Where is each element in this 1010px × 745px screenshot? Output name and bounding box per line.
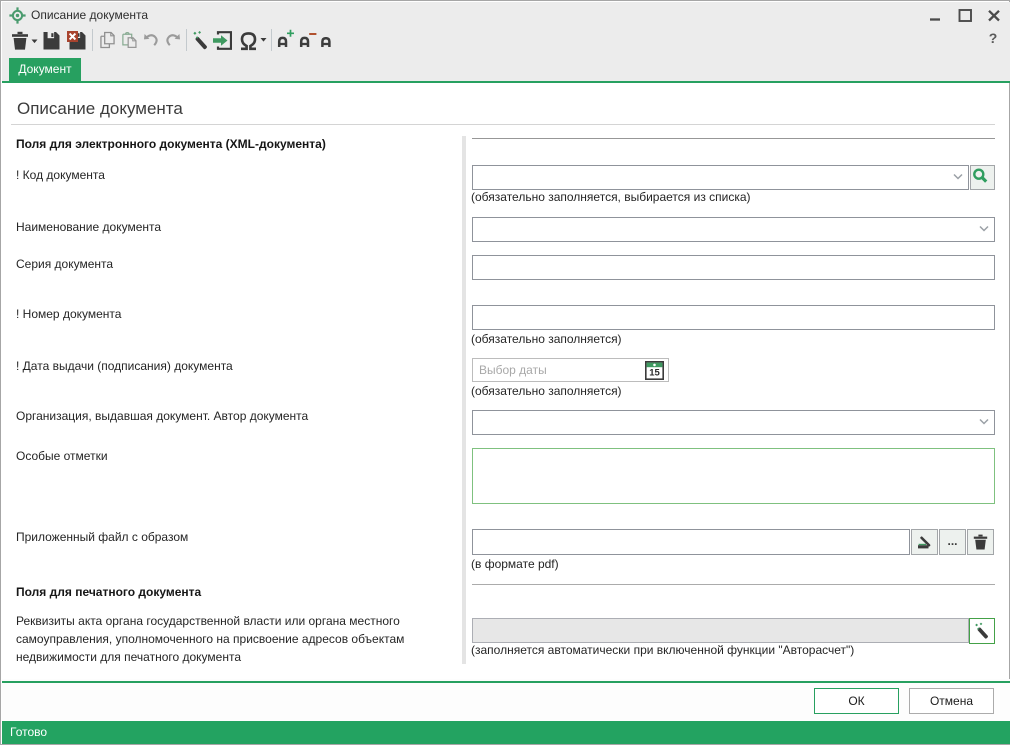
svg-text:15: 15	[649, 368, 660, 379]
